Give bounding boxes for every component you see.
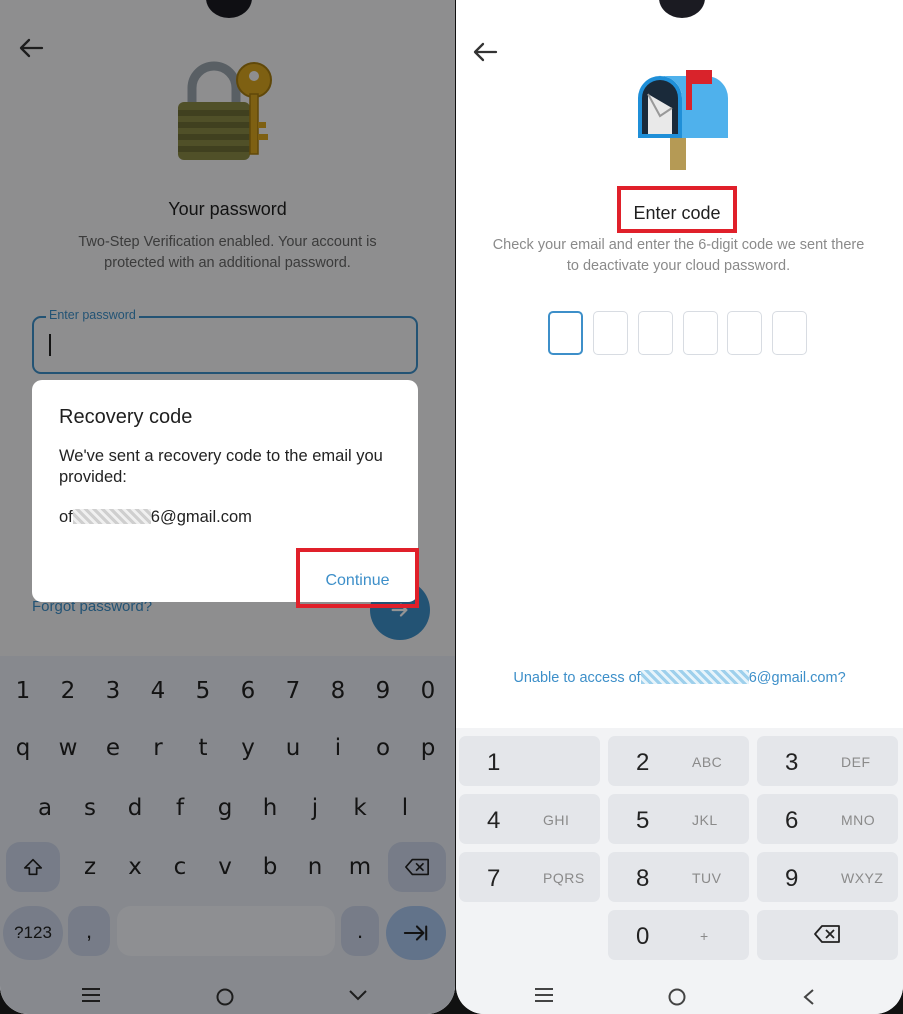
unable-prefix: Unable to access of — [513, 670, 641, 686]
code-digit-input[interactable] — [683, 311, 718, 355]
page-subtitle: Check your email and enter the 6-digit c… — [492, 237, 865, 274]
numpad-digit: 3 — [785, 749, 799, 776]
numpad-letters: ABC — [692, 754, 723, 770]
code-digit-input[interactable] — [727, 311, 762, 355]
numpad-key-9[interactable]: 9 WXYZ — [757, 852, 898, 902]
back-nav-icon[interactable] — [803, 988, 815, 1006]
numpad-key-3[interactable]: 3 DEF — [757, 736, 898, 786]
numpad-key-2[interactable]: 2 ABC — [608, 736, 749, 786]
mailbox-icon — [628, 64, 730, 172]
unable-to-access-link[interactable]: Unable to access of 6@gmail.com? — [456, 670, 903, 686]
back-arrow-icon[interactable] — [472, 42, 498, 62]
email-prefix: of — [59, 508, 73, 526]
numpad-digit: 8 — [636, 865, 650, 892]
numpad-letters: JKL — [692, 812, 718, 828]
numpad-letters: + — [700, 928, 709, 944]
numpad-digit: 7 — [487, 865, 501, 892]
numpad-key-8[interactable]: 8 TUV — [608, 852, 749, 902]
system-nav-bar — [456, 975, 903, 1014]
numpad-key-0[interactable]: 0 + — [608, 910, 749, 960]
page-title: Enter code — [633, 203, 721, 223]
numpad-letters: PQRS — [543, 870, 585, 886]
numpad-key-7[interactable]: 7 PQRS — [459, 852, 600, 902]
numpad-letters: MNO — [841, 812, 876, 828]
numpad-key-5[interactable]: 5 JKL — [608, 794, 749, 844]
title-highlight: Enter code — [617, 186, 737, 233]
continue-label: Continue — [325, 572, 390, 589]
front-camera — [659, 0, 705, 18]
numpad-digit: 4 — [487, 807, 501, 834]
redacted-mask — [72, 509, 151, 524]
email-suffix: 6@gmail.com — [150, 508, 252, 526]
numpad-digit: 5 — [636, 807, 650, 834]
numpad-digit: 1 — [487, 749, 501, 776]
numpad-digit: 0 — [636, 923, 650, 950]
password-screen: Your password Two-Step Verification enab… — [0, 0, 455, 1014]
numpad-letters: GHI — [543, 812, 570, 828]
code-digit-input[interactable] — [593, 311, 628, 355]
continue-button[interactable]: Continue — [296, 548, 419, 608]
enter-code-screen: Enter code Check your email and enter th… — [456, 0, 903, 1014]
numpad-backspace-key[interactable] — [757, 910, 898, 960]
numpad-digit: 2 — [636, 749, 650, 776]
recents-icon[interactable] — [534, 987, 554, 1003]
dialog-title: Recovery code — [59, 406, 193, 428]
numeric-keypad: 1 2 ABC 3 DEF 4 GHI 5 JKL 6 MNO 7 PQRS 8 TUV 9 W… — [456, 728, 903, 975]
numpad-digit: 9 — [785, 865, 799, 892]
code-digit-input[interactable] — [772, 311, 807, 355]
code-digit-input[interactable] — [638, 311, 673, 355]
redacted-mask — [640, 670, 749, 684]
dialog-email: of 6@gmail.com — [59, 508, 252, 527]
numpad-key-6[interactable]: 6 MNO — [757, 794, 898, 844]
unable-suffix: 6@gmail.com? — [748, 670, 846, 686]
numpad-key-1[interactable]: 1 — [459, 736, 600, 786]
home-icon[interactable] — [667, 987, 687, 1007]
numpad-digit: 6 — [785, 807, 799, 834]
numpad-letters: WXYZ — [841, 870, 884, 886]
numpad-key-4[interactable]: 4 GHI — [459, 794, 600, 844]
backspace-icon — [814, 925, 840, 943]
numpad-letters: TUV — [692, 870, 722, 886]
numpad-letters: DEF — [841, 754, 871, 770]
code-digit-input[interactable] — [548, 311, 583, 355]
dialog-message: We've sent a recovery code to the email … — [59, 447, 383, 486]
